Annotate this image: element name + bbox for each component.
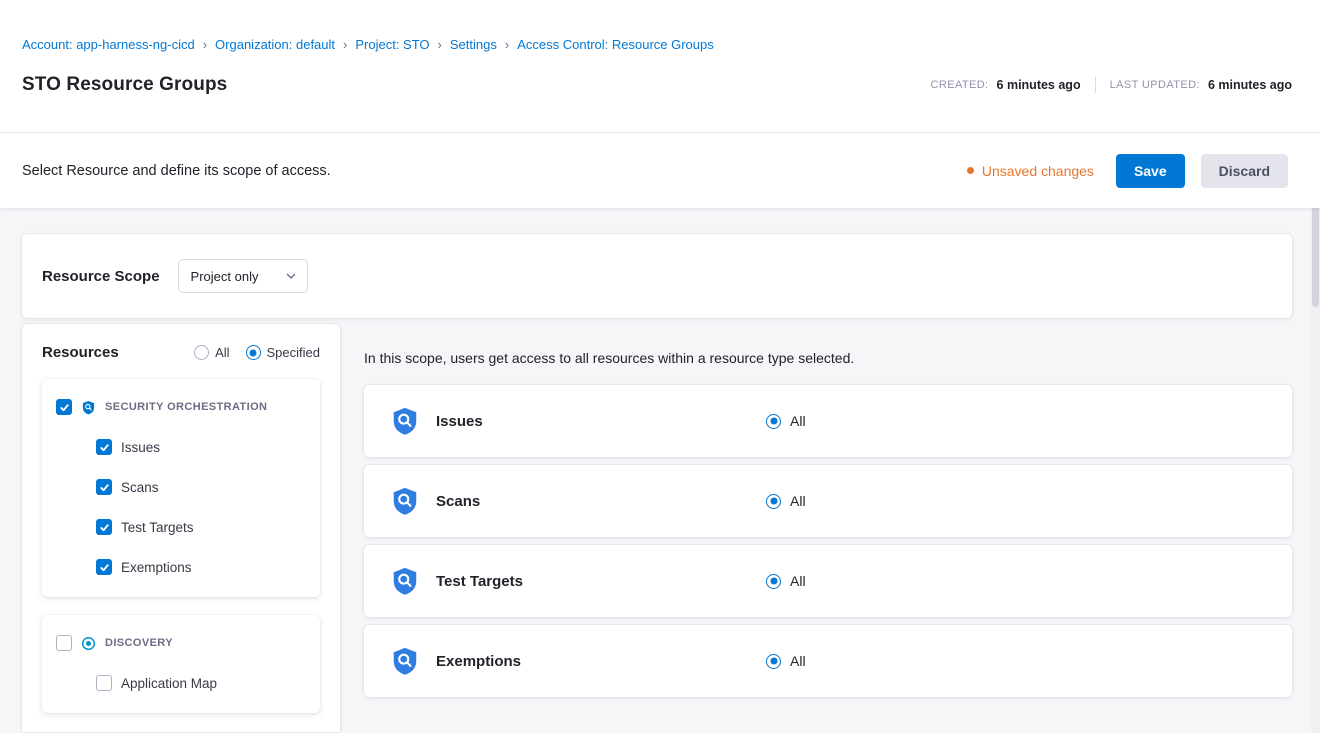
shield-search-icon xyxy=(390,565,420,597)
radio-icon[interactable] xyxy=(766,494,781,509)
breadcrumb-separator-icon: › xyxy=(505,37,509,52)
resource-scope-label: Resource Scope xyxy=(42,268,160,285)
main-content: Resource Scope Project only Resources Al… xyxy=(0,208,1320,732)
access-all-radio[interactable]: All xyxy=(766,653,806,669)
shield-search-icon xyxy=(390,645,420,677)
radio-icon[interactable] xyxy=(766,414,781,429)
group-name: SECURITY ORCHESTRATION xyxy=(105,401,267,413)
breadcrumb: Account: app-harness-ng-cicd › Organizat… xyxy=(22,37,1292,52)
breadcrumb-settings[interactable]: Settings xyxy=(450,37,497,52)
radio-icon[interactable] xyxy=(766,654,781,669)
discard-button[interactable]: Discard xyxy=(1201,154,1288,188)
resource-group-discovery: DISCOVERY Application Map xyxy=(42,615,320,713)
toolbar-description: Select Resource and define its scope of … xyxy=(22,163,331,179)
resource-scope-select[interactable]: Project only xyxy=(178,259,308,293)
resource-scope-value: Project only xyxy=(191,269,259,284)
resource-type-name: Issues xyxy=(436,413,766,430)
access-row-issues: Issues All xyxy=(364,385,1292,457)
access-label: All xyxy=(790,413,806,429)
item-label: Test Targets xyxy=(121,520,194,535)
resource-item-test-targets: Test Targets xyxy=(56,507,306,547)
breadcrumb-separator-icon: › xyxy=(343,37,347,52)
chevron-down-icon xyxy=(285,270,297,282)
resource-type-name: Exemptions xyxy=(436,653,766,670)
created-value: 6 minutes ago xyxy=(997,78,1081,92)
access-label: All xyxy=(790,573,806,589)
action-toolbar: Select Resource and define its scope of … xyxy=(0,133,1320,208)
resource-type-name: Scans xyxy=(436,493,766,510)
resource-scope-card: Resource Scope Project only xyxy=(22,234,1292,318)
access-all-radio[interactable]: All xyxy=(766,493,806,509)
scope-description: In this scope, users get access to all r… xyxy=(364,350,1292,366)
resource-type-name: Test Targets xyxy=(436,573,766,590)
shield-search-icon xyxy=(81,400,96,415)
resource-item-application-map: Application Map xyxy=(56,663,306,703)
created-label: CREATED: xyxy=(931,79,989,91)
last-updated-value: 6 minutes ago xyxy=(1208,78,1292,92)
breadcrumb-separator-icon: › xyxy=(203,37,207,52)
unsaved-changes-label: Unsaved changes xyxy=(982,163,1094,179)
shield-search-icon xyxy=(390,405,420,437)
item-checkbox[interactable] xyxy=(96,439,112,455)
breadcrumb-resource-groups[interactable]: Access Control: Resource Groups xyxy=(517,37,714,52)
shield-search-icon xyxy=(390,485,420,517)
breadcrumb-project[interactable]: Project: STO xyxy=(355,37,429,52)
timestamps: CREATED: 6 minutes ago LAST UPDATED: 6 m… xyxy=(931,77,1292,93)
access-all-radio[interactable]: All xyxy=(766,573,806,589)
resources-panel: Resources All Specified xyxy=(22,324,340,732)
last-updated-label: LAST UPDATED: xyxy=(1110,79,1200,91)
radio-icon[interactable] xyxy=(194,345,209,360)
unsaved-dot-icon xyxy=(967,167,974,174)
breadcrumb-separator-icon: › xyxy=(438,37,442,52)
item-label: Application Map xyxy=(121,676,217,691)
unsaved-changes-indicator: Unsaved changes xyxy=(967,163,1094,179)
radio-icon[interactable] xyxy=(766,574,781,589)
access-label: All xyxy=(790,493,806,509)
filter-all-label: All xyxy=(215,345,229,360)
access-label: All xyxy=(790,653,806,669)
group-name: DISCOVERY xyxy=(105,637,173,649)
group-checkbox[interactable] xyxy=(56,635,72,651)
access-all-radio[interactable]: All xyxy=(766,413,806,429)
breadcrumb-account[interactable]: Account: app-harness-ng-cicd xyxy=(22,37,195,52)
save-button[interactable]: Save xyxy=(1116,154,1185,188)
radio-icon[interactable] xyxy=(246,345,261,360)
item-label: Exemptions xyxy=(121,560,192,575)
target-icon xyxy=(81,636,96,651)
access-rows-area: In this scope, users get access to all r… xyxy=(364,324,1292,732)
vertical-scrollbar[interactable] xyxy=(1311,134,1320,733)
item-checkbox[interactable] xyxy=(96,675,112,691)
access-row-test-targets: Test Targets All xyxy=(364,545,1292,617)
resource-item-exemptions: Exemptions xyxy=(56,547,306,587)
access-row-exemptions: Exemptions All xyxy=(364,625,1292,697)
resource-item-scans: Scans xyxy=(56,467,306,507)
page-title: STO Resource Groups xyxy=(22,74,227,96)
resource-item-issues: Issues xyxy=(56,427,306,467)
access-row-scans: Scans All xyxy=(364,465,1292,537)
resource-group-security-orchestration: SECURITY ORCHESTRATION Issues Scans xyxy=(42,379,320,597)
item-label: Scans xyxy=(121,480,159,495)
filter-specified-label: Specified xyxy=(267,345,320,360)
item-checkbox[interactable] xyxy=(96,559,112,575)
item-label: Issues xyxy=(121,440,160,455)
item-checkbox[interactable] xyxy=(96,479,112,495)
resources-title: Resources xyxy=(42,344,119,361)
page-header: Account: app-harness-ng-cicd › Organizat… xyxy=(0,0,1320,133)
breadcrumb-organization[interactable]: Organization: default xyxy=(215,37,335,52)
meta-divider xyxy=(1095,77,1096,93)
filter-all-radio[interactable]: All xyxy=(194,345,229,360)
group-checkbox[interactable] xyxy=(56,399,72,415)
item-checkbox[interactable] xyxy=(96,519,112,535)
filter-specified-radio[interactable]: Specified xyxy=(246,345,320,360)
